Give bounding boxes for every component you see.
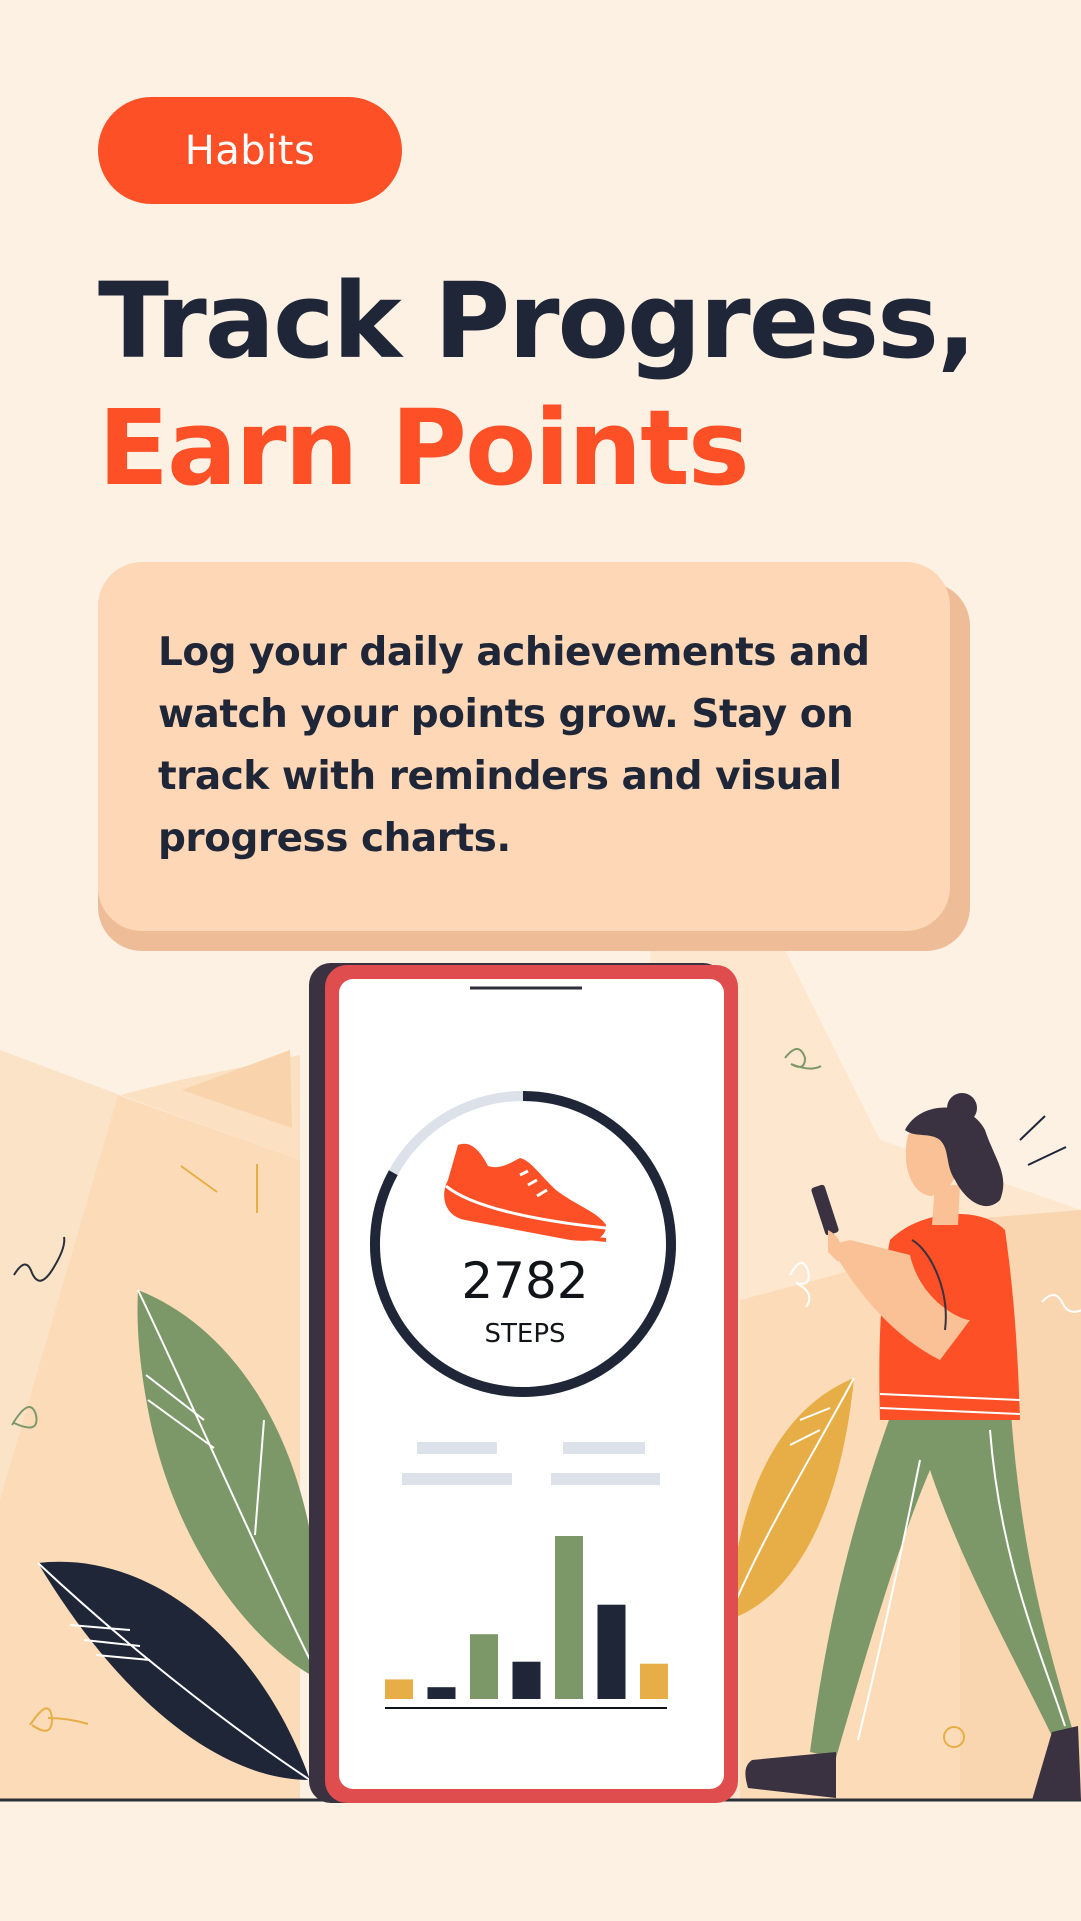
- woman-hair-bun: [947, 1093, 977, 1123]
- headline-line-1: Track Progress,: [98, 260, 977, 382]
- promo-page: Habits Track Progress, Earn Points Log y…: [0, 0, 1081, 1921]
- mini-bar: [640, 1663, 668, 1699]
- mini-bar: [555, 1536, 583, 1699]
- mini-bar: [385, 1679, 413, 1699]
- dash-deco: [1027, 1146, 1067, 1166]
- logo-text: Habits: [184, 127, 316, 174]
- mini-bar: [470, 1634, 498, 1699]
- mini-bar: [597, 1604, 626, 1699]
- steps-count: 2782: [461, 1252, 589, 1310]
- dash-deco: [1019, 1115, 1046, 1141]
- steps-unit-label: STEPS: [484, 1319, 566, 1349]
- description-card: Log your daily achievements and watch yo…: [98, 562, 950, 931]
- phone-illustration: [309, 963, 738, 1803]
- mini-bar: [427, 1687, 456, 1699]
- logo-badge: Habits: [98, 97, 402, 204]
- description-text: Log your daily achievements and watch yo…: [158, 630, 870, 861]
- headline-line-2: Earn Points: [98, 387, 750, 509]
- mini-bar: [512, 1661, 541, 1699]
- headline: Track Progress, Earn Points: [98, 258, 977, 512]
